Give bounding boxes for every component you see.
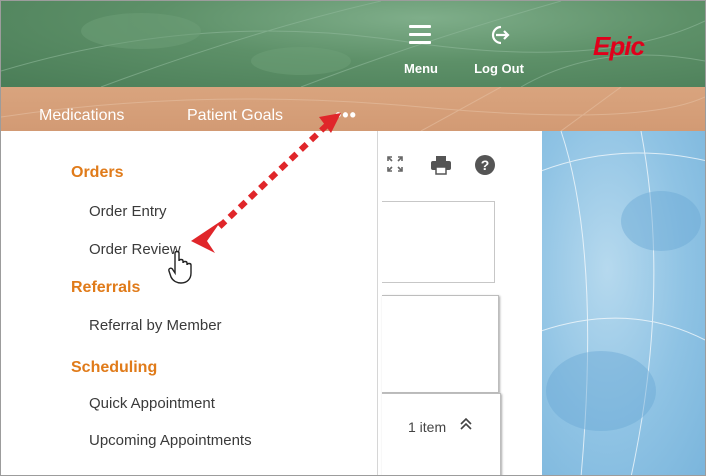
menu-item-referral-by-member[interactable]: Referral by Member xyxy=(89,317,222,334)
svg-text:?: ? xyxy=(481,157,490,173)
section-title-referrals: Referrals xyxy=(71,279,141,296)
content-panel xyxy=(382,201,495,283)
top-header: Menu Log Out Epic xyxy=(1,1,705,87)
more-menu-dropdown: Orders Order Entry Order Review Referral… xyxy=(1,131,377,475)
nav-item-patient-goals[interactable]: Patient Goals xyxy=(187,107,283,125)
print-icon[interactable] xyxy=(430,155,452,175)
help-icon[interactable]: ? xyxy=(474,154,496,176)
menu-label: Menu xyxy=(404,61,438,76)
content-area: ? 1 item xyxy=(377,131,542,475)
content-panel xyxy=(382,295,499,393)
world-map-background xyxy=(540,130,705,475)
double-chevron-up-icon[interactable] xyxy=(460,417,472,433)
menu-item-upcoming-appointments[interactable]: Upcoming Appointments xyxy=(89,432,252,449)
epic-logo: Epic xyxy=(593,31,659,61)
app-window: Menu Log Out Epic Medications Patient Go… xyxy=(0,0,706,476)
nav-bar: Medications Patient Goals ••• xyxy=(1,87,705,131)
menu-icon xyxy=(409,25,431,49)
epic-logo-text: Epic xyxy=(593,31,645,61)
logout-label: Log Out xyxy=(474,61,524,76)
item-count: 1 item xyxy=(408,419,447,435)
section-title-scheduling: Scheduling xyxy=(71,359,158,376)
logout-button[interactable]: Log Out xyxy=(461,21,541,83)
menu-item-order-entry[interactable]: Order Entry xyxy=(89,203,167,220)
double-chevron-up-icon xyxy=(460,417,472,430)
world-map-lines xyxy=(540,130,705,475)
menu-item-order-review[interactable]: Order Review xyxy=(89,241,181,258)
menu-button[interactable]: Menu xyxy=(399,21,443,83)
section-title-orders: Orders xyxy=(71,164,124,181)
expand-icon[interactable] xyxy=(386,155,404,173)
more-menu-button[interactable]: ••• xyxy=(335,105,357,126)
nav-item-medications[interactable]: Medications xyxy=(39,107,124,125)
menu-item-quick-appointment[interactable]: Quick Appointment xyxy=(89,395,215,412)
logout-icon xyxy=(491,25,510,45)
